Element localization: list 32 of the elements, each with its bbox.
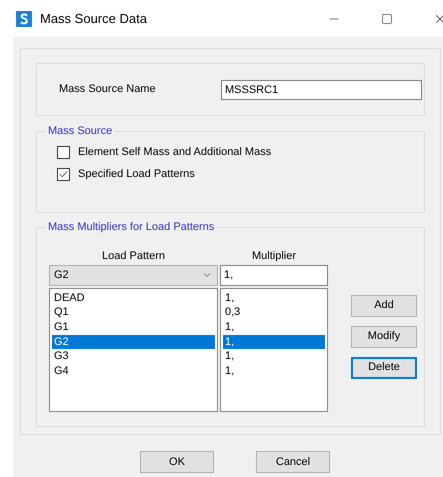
- action-button[interactable]: Modify: [351, 326, 417, 348]
- field-label: Mass Source Name: [58, 82, 157, 98]
- multiplier-field[interactable]: 1,: [220, 264, 328, 286]
- dialog-button[interactable]: OK: [140, 451, 214, 473]
- list-item[interactable]: G1: [52, 320, 215, 335]
- checkbox-label: Specified Load Patterns: [78, 167, 195, 182]
- group-title: Mass Source: [47, 124, 114, 139]
- app-logo-icon: [16, 10, 32, 26]
- list-item[interactable]: DEAD: [52, 290, 215, 306]
- checkbox[interactable]: [57, 168, 70, 181]
- name-field[interactable]: MSSSRC1: [221, 80, 422, 100]
- load-pattern-dropdown[interactable]: G2: [49, 264, 218, 286]
- list-item[interactable]: G2: [52, 334, 215, 350]
- list-item[interactable]: G3: [52, 349, 215, 364]
- list-item[interactable]: 1,: [223, 320, 325, 335]
- group-title: Mass Multipliers for Load Patterns: [47, 220, 216, 235]
- checkbox[interactable]: [57, 146, 70, 159]
- list-item[interactable]: 1,: [223, 290, 325, 306]
- action-button[interactable]: Delete: [351, 356, 417, 378]
- action-button[interactable]: Add: [351, 294, 417, 316]
- list-item[interactable]: 1,: [223, 334, 325, 350]
- list-item[interactable]: G4: [52, 364, 215, 379]
- column-header: Multiplier: [250, 248, 297, 264]
- list-item[interactable]: 1,: [223, 349, 325, 364]
- list-item[interactable]: 0,3: [223, 305, 325, 320]
- checkbox-label: Element Self Mass and Additional Mass: [78, 145, 272, 160]
- list-item[interactable]: 1,: [223, 364, 325, 379]
- dialog-button[interactable]: Cancel: [256, 451, 330, 473]
- maximize-icon[interactable]: [381, 12, 393, 24]
- window-title: Mass Source Data: [40, 10, 147, 28]
- column-header: Load Pattern: [101, 248, 166, 264]
- list-item[interactable]: Q1: [52, 305, 215, 320]
